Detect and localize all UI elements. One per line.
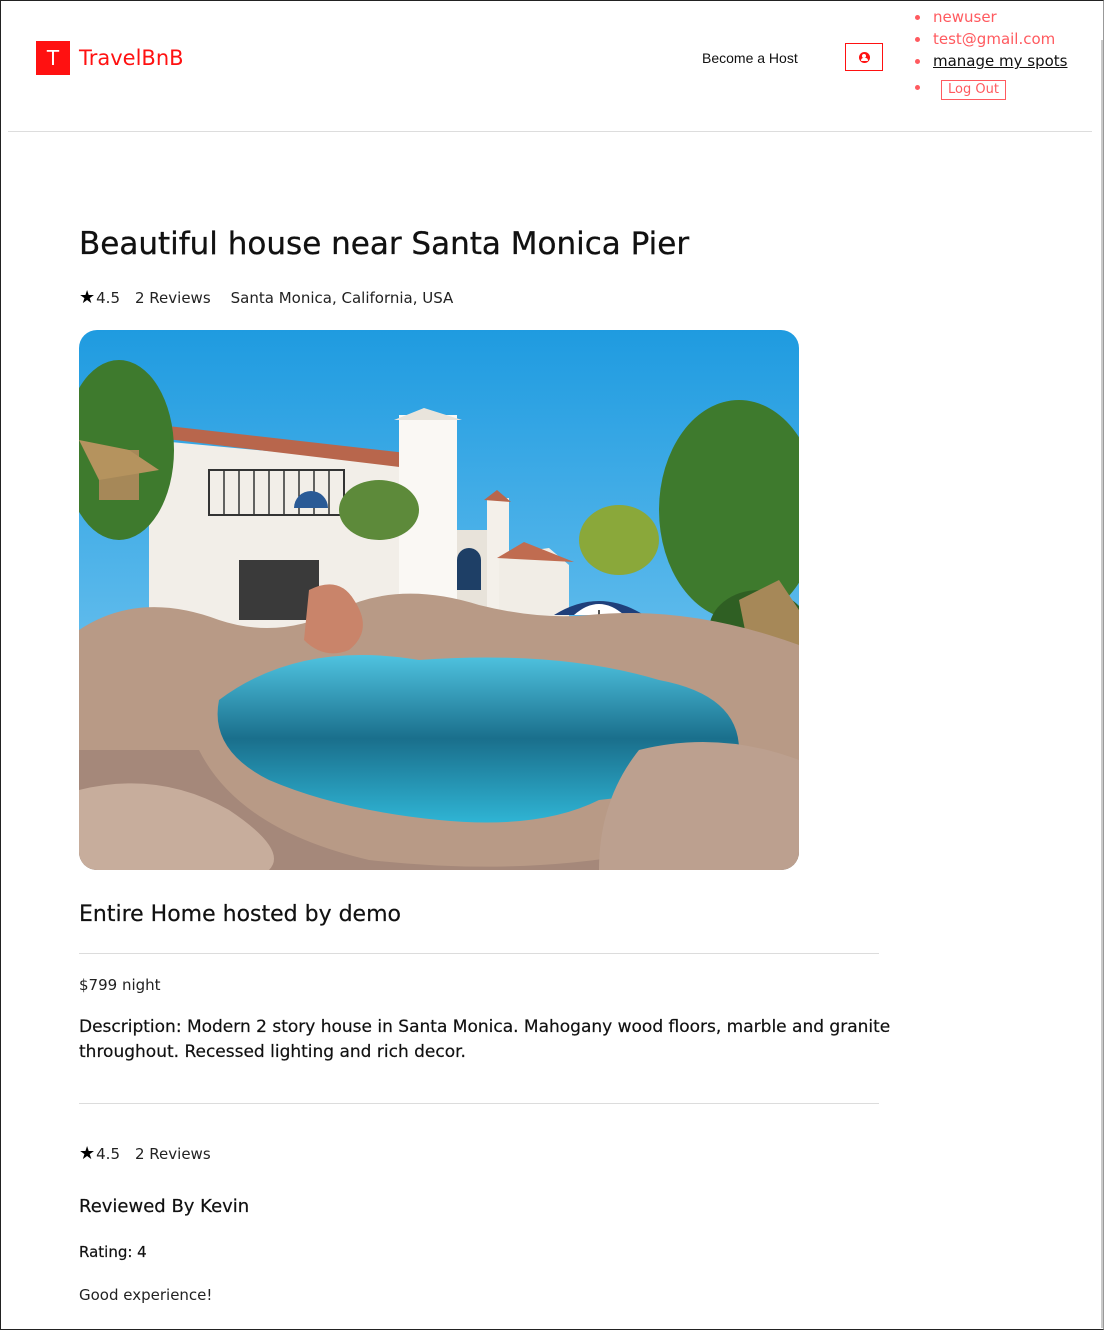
spot-photo [79, 330, 799, 870]
menu-username: newuser [913, 6, 1068, 28]
logo-mark: T [36, 41, 70, 75]
reviews-count: 2 Reviews [135, 1145, 211, 1163]
spot-meta: ★ 4.5 2 Reviews Santa Monica, California… [79, 287, 454, 308]
logout-button[interactable]: Log Out [941, 80, 1006, 100]
nightly-price: $799 night [79, 976, 161, 994]
review-rating: Rating: 4 [79, 1243, 147, 1261]
spot-reviews-count: 2 Reviews [135, 289, 211, 307]
spot-description: Description: Modern 2 story house in San… [79, 1017, 891, 1062]
host-line: Entire Home hosted by demo [79, 902, 401, 927]
spot-location: Santa Monica, California, USA [230, 289, 454, 307]
review-author: Reviewed By Kevin [79, 1196, 250, 1217]
profile-dropdown-menu: newuser test@gmail.com manage my spots L… [913, 6, 1068, 100]
spot-title: Beautiful house near Santa Monica Pier [79, 226, 690, 262]
header-divider [8, 131, 1092, 132]
menu-email: test@gmail.com [913, 28, 1068, 50]
divider [79, 953, 879, 954]
logo-text: TravelBnB [79, 46, 184, 70]
divider [79, 1103, 879, 1104]
review-comment: Good experience! [79, 1286, 213, 1304]
reviews-rating: 4.5 [96, 1145, 120, 1163]
become-host-link[interactable]: Become a Host [702, 50, 798, 66]
menu-manage-spots-item: manage my spots [913, 50, 1068, 72]
manage-spots-link[interactable]: manage my spots [933, 52, 1068, 70]
spot-rating: 4.5 [96, 289, 120, 307]
star-icon: ★ [79, 1143, 96, 1164]
star-icon: ★ [79, 287, 96, 308]
scrollbar[interactable] [1101, 40, 1103, 1328]
reviews-summary: ★ 4.5 2 Reviews [79, 1143, 211, 1164]
profile-button[interactable] [845, 43, 883, 71]
user-circle-icon [858, 51, 870, 63]
logo[interactable]: T TravelBnB [36, 41, 184, 75]
menu-logout-item: Log Out [913, 77, 1068, 100]
